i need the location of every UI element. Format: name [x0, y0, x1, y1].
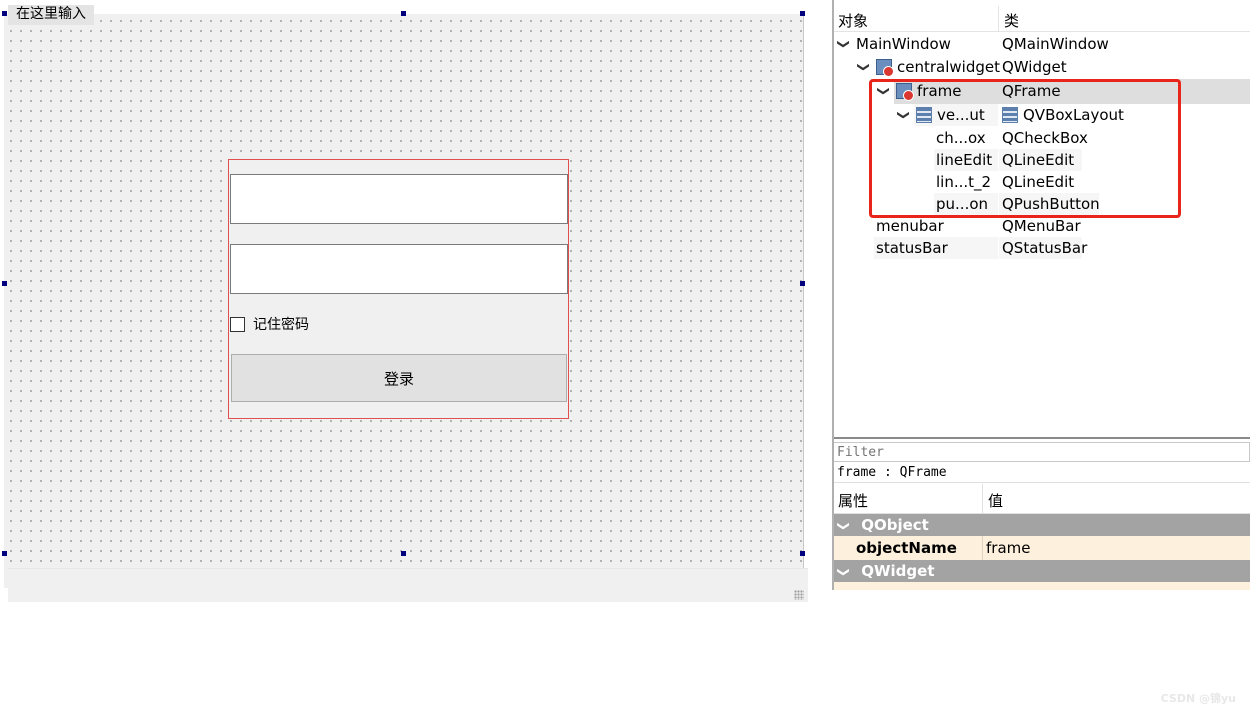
layout-icon [916, 107, 932, 123]
selection-handle[interactable] [2, 11, 7, 16]
column-divider [982, 536, 983, 560]
chevron-down-icon[interactable]: ❯ [833, 36, 855, 52]
checkbox-indicator[interactable] [230, 316, 245, 332]
object-inspector-header: 对象 类 [834, 6, 1250, 32]
object-name: MainWindow [856, 35, 951, 53]
tree-row-lineedit[interactable]: lineEdit QLineEdit [834, 149, 1250, 171]
chevron-down-icon[interactable]: ❯ [833, 564, 855, 580]
object-class: QFrame [1002, 82, 1061, 100]
column-header-property[interactable]: 属性 [838, 490, 868, 511]
property-row-objectname[interactable]: objectName frame [834, 536, 1250, 560]
tree-row-verticallayout[interactable]: ❯ ve...ut QVBoxLayout [834, 104, 1250, 126]
object-name: lineEdit [936, 151, 993, 169]
size-grip-icon[interactable] [794, 590, 804, 600]
chevron-down-icon[interactable]: ❯ [853, 59, 875, 75]
frame-widget[interactable]: 记住密码 登录 [228, 159, 569, 419]
tree-row-lineedit-2[interactable]: lin...t_2 QLineEdit [834, 171, 1250, 193]
object-name: pu...on [936, 195, 989, 213]
form-designer-canvas: 在这里输入 记住密码 登录 [0, 0, 832, 602]
object-inspector-panel: 对象 类 ❯ MainWindow QMainWindow ❯ centralw… [834, 0, 1250, 438]
column-divider[interactable] [982, 484, 983, 514]
checkbox-label: 记住密码 [253, 317, 309, 333]
object-class: QMainWindow [1002, 35, 1109, 53]
tree-row-menubar[interactable]: menubar QMenuBar [834, 215, 1250, 237]
column-divider[interactable] [998, 6, 999, 32]
object-name: ch...ox [936, 129, 986, 147]
property-row-partial[interactable] [834, 582, 1250, 590]
object-class: QMenuBar [1002, 217, 1081, 235]
selection-handle[interactable] [2, 551, 7, 556]
tree-row-mainwindow[interactable]: ❯ MainWindow QMainWindow [834, 33, 1250, 55]
selection-handle[interactable] [800, 281, 805, 286]
menu-type-here-placeholder[interactable]: 在这里输入 [8, 5, 94, 25]
property-group-qwidget[interactable]: ❯ QWidget CSDN @锦yu [833, 560, 1250, 705]
object-name: menubar [876, 217, 944, 235]
property-name: objectName [856, 539, 957, 557]
object-class: QWidget [1002, 58, 1067, 76]
object-name: statusBar [876, 239, 948, 257]
chevron-down-icon[interactable]: ❯ [873, 83, 895, 99]
status-bar-area [8, 568, 808, 602]
layout-icon [1002, 107, 1018, 123]
username-line-edit[interactable] [230, 174, 568, 224]
object-class: QPushButton [1002, 195, 1100, 213]
tree-row-checkbox[interactable]: ch...ox QCheckBox [834, 127, 1250, 149]
object-name: frame [917, 82, 962, 100]
tree-row-centralwidget[interactable]: ❯ centralwidget QWidget [834, 56, 1250, 78]
column-header-object[interactable]: 对象 [838, 10, 868, 31]
chevron-down-icon[interactable]: ❯ [833, 518, 855, 534]
object-name: centralwidget [897, 58, 1000, 76]
selection-handle[interactable] [401, 11, 406, 16]
object-class: QLineEdit [1002, 151, 1075, 169]
object-name: ve...ut [937, 106, 985, 124]
object-class: QCheckBox [1002, 129, 1088, 147]
selection-handle[interactable] [800, 551, 805, 556]
property-editor-panel: frame : QFrame 属性 值 ❯ QObject objectName… [833, 439, 1250, 705]
property-value[interactable]: frame [986, 536, 1030, 560]
tree-row-pushbutton[interactable]: pu...on QPushButton [834, 193, 1250, 215]
group-name: QObject [861, 516, 929, 534]
login-button[interactable]: 登录 [231, 354, 567, 402]
selected-object-label: frame : QFrame [834, 463, 1250, 483]
selection-handle[interactable] [401, 551, 406, 556]
main-window-form[interactable]: 在这里输入 记住密码 登录 [4, 5, 808, 602]
widget-icon [876, 59, 894, 77]
chevron-down-icon[interactable]: ❯ [893, 107, 915, 123]
selection-handle[interactable] [2, 281, 7, 286]
filter-input[interactable] [834, 442, 1250, 462]
column-header-class[interactable]: 类 [1004, 10, 1019, 31]
widget-icon [896, 83, 914, 101]
object-name: lin...t_2 [936, 173, 992, 191]
object-class: QVBoxLayout [1023, 106, 1124, 124]
property-group-qobject[interactable]: ❯ QObject [834, 514, 1250, 536]
selection-handle[interactable] [800, 11, 805, 16]
object-class: QStatusBar [1002, 239, 1088, 257]
remember-password-checkbox[interactable]: 记住密码 [230, 315, 309, 333]
column-header-value[interactable]: 值 [988, 490, 1003, 511]
group-name: QWidget [861, 562, 935, 580]
object-class: QLineEdit [1002, 173, 1075, 191]
tree-row-frame[interactable]: ❯ frame QFrame [834, 80, 1250, 102]
tree-row-statusbar[interactable]: statusBar QStatusBar [834, 237, 1250, 259]
property-editor-header: 属性 值 [834, 484, 1250, 514]
watermark-text: CSDN @锦yu [1160, 692, 1236, 705]
password-line-edit[interactable] [230, 244, 568, 294]
